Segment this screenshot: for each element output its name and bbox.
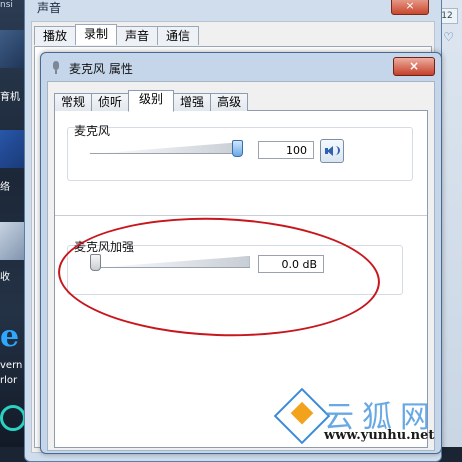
desktop-icon-label: 收 [0, 272, 10, 283]
desktop-icon-label: vern [0, 360, 23, 371]
desktop-background: nsi 育机 络 收 e vern rlor [0, 0, 26, 447]
app-ring-icon[interactable] [0, 405, 26, 431]
tab-enhancements[interactable]: 增强 [173, 93, 212, 111]
watermark-url: www.yunhu.net [324, 428, 435, 443]
tab-recording[interactable]: 录制 [75, 24, 118, 45]
sound-window-tabs: 播放 录制 声音 通信 [34, 24, 200, 46]
desktop-icon-label: rlor [0, 375, 18, 386]
dialog-close-button[interactable]: × [393, 57, 435, 76]
desktop-icon-label: 育机 [0, 92, 20, 103]
speaker-icon[interactable] [320, 139, 344, 163]
desktop-icon-label: 络 [0, 182, 10, 193]
ie-icon[interactable]: e [0, 322, 26, 352]
microphone-label: 麦克风 [74, 124, 111, 138]
dialog-title: 麦克风 属性 [69, 61, 133, 76]
tab-sounds[interactable]: 声音 [116, 26, 159, 45]
tab-listen[interactable]: 侦听 [91, 93, 130, 111]
desktop-icon[interactable] [0, 222, 26, 260]
tab-general[interactable]: 常规 [54, 93, 93, 111]
microphone-slider-thumb[interactable] [232, 140, 243, 157]
dialog-title-bar: 麦克风 属性 [49, 59, 133, 77]
tab-communications[interactable]: 通信 [157, 26, 200, 45]
dialog-tabs: 常规 侦听 级别 增强 高级 [54, 90, 249, 112]
microphone-group: 麦克风 100 [67, 124, 413, 181]
watermark: 云狐网 www.yunhu.net [273, 387, 462, 447]
tab-levels[interactable]: 级别 [128, 90, 175, 112]
sound-window-close-button[interactable]: × [391, 0, 429, 15]
sound-window-title: 声音 [37, 1, 62, 15]
heart-icon: ♡ [443, 30, 454, 44]
microphone-slider-baseline [90, 153, 242, 154]
watermark-logo-icon [273, 387, 331, 445]
microphone-level-value[interactable]: 100 [258, 141, 314, 159]
tab-playback[interactable]: 播放 [34, 26, 77, 45]
tab-advanced[interactable]: 高级 [210, 93, 249, 111]
desktop-icon[interactable] [0, 30, 26, 68]
microphone-icon [49, 61, 63, 75]
desktop-icon[interactable] [0, 130, 26, 168]
section-divider [55, 215, 427, 216]
